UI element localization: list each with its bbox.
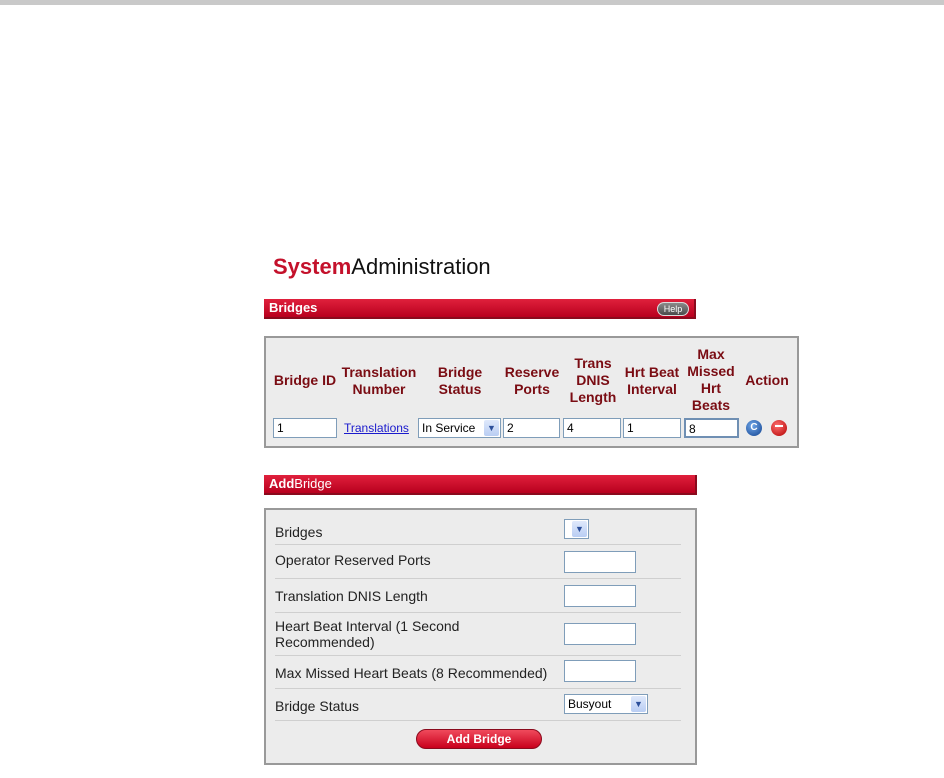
change-icon[interactable]: C	[746, 420, 762, 436]
translation-dnis-length-input[interactable]	[564, 585, 636, 607]
translation-dnis-length-label: Translation DNIS Length	[275, 588, 428, 604]
hrt-beat-interval-input[interactable]: 1	[623, 418, 681, 438]
divider	[275, 688, 681, 689]
bridges-label: Bridges	[275, 524, 323, 540]
add-bridge-button[interactable]: Add Bridge	[416, 729, 542, 749]
operator-reserved-ports-input[interactable]	[564, 551, 636, 573]
bridges-section-header: Bridges Help	[264, 299, 696, 319]
bridges-section-title: Bridges	[269, 300, 318, 315]
divider	[275, 612, 681, 613]
reserve-ports-input[interactable]: 2	[503, 418, 560, 438]
bridge-status-add-value: Busyout	[568, 697, 612, 711]
chevron-down-icon: ▼	[572, 521, 587, 537]
bridges-table-panel: Bridge ID Translation Number Bridge Stat…	[264, 336, 799, 448]
col-max-missed-hrt-beats: Max Missed Hrt Beats	[687, 346, 735, 413]
divider	[275, 544, 681, 545]
delete-icon[interactable]	[771, 420, 787, 436]
chevron-down-icon: ▼	[484, 420, 499, 436]
col-bridge-id: Bridge ID	[273, 372, 337, 388]
add-bridge-form-panel: Bridges ▼ Operator Reserved Ports Transl…	[264, 508, 697, 765]
bridge-status-value: In Service	[422, 421, 476, 435]
bridge-status-label: Bridge Status	[275, 698, 360, 714]
page-title-bold: System	[273, 254, 352, 279]
divider	[275, 578, 681, 579]
divider	[275, 655, 681, 656]
bridge-status-add-select[interactable]: Busyout ▼	[564, 694, 648, 714]
heart-beat-interval-label-line2: Recommended)	[275, 634, 375, 650]
heart-beat-interval-input[interactable]	[564, 623, 636, 645]
max-missed-heart-beats-input[interactable]	[564, 660, 636, 682]
divider	[275, 720, 681, 721]
bridge-status-select[interactable]: In Service ▼	[418, 418, 501, 438]
col-translation-number: Translation Number	[341, 364, 417, 397]
page-title-rest: Administration	[351, 254, 491, 279]
top-border	[0, 0, 944, 5]
bridge-id-input[interactable]: 1	[273, 418, 337, 438]
max-missed-hrt-beats-input[interactable]: 8	[684, 418, 739, 438]
chevron-down-icon: ▼	[631, 696, 646, 712]
col-trans-dnis-length: Trans DNIS Length	[569, 355, 617, 405]
col-action: Action	[745, 372, 789, 388]
help-button[interactable]: Help	[657, 302, 689, 316]
add-bridge-section-header: AddBridge	[264, 475, 697, 495]
col-reserve-ports: Reserve Ports	[504, 364, 560, 397]
trans-dnis-length-input[interactable]: 4	[563, 418, 621, 438]
heart-beat-interval-label: Heart Beat Interval (1 Second Recommende…	[275, 618, 459, 650]
heart-beat-interval-label-line1: Heart Beat Interval (1 Second	[275, 618, 460, 634]
operator-reserved-ports-label: Operator Reserved Ports	[275, 552, 431, 568]
col-bridge-status: Bridge Status	[437, 364, 483, 397]
bridges-select[interactable]: ▼	[564, 519, 589, 539]
page-title: SystemAdministration	[273, 254, 491, 280]
max-missed-heart-beats-label: Max Missed Heart Beats (8 Recommended)	[275, 665, 548, 681]
add-bridge-title-rest: Bridge	[294, 476, 332, 491]
add-bridge-title-bold: Add	[269, 476, 295, 491]
col-hrt-beat-interval: Hrt Beat Interval	[624, 364, 680, 397]
translations-link[interactable]: Translations	[344, 421, 409, 435]
